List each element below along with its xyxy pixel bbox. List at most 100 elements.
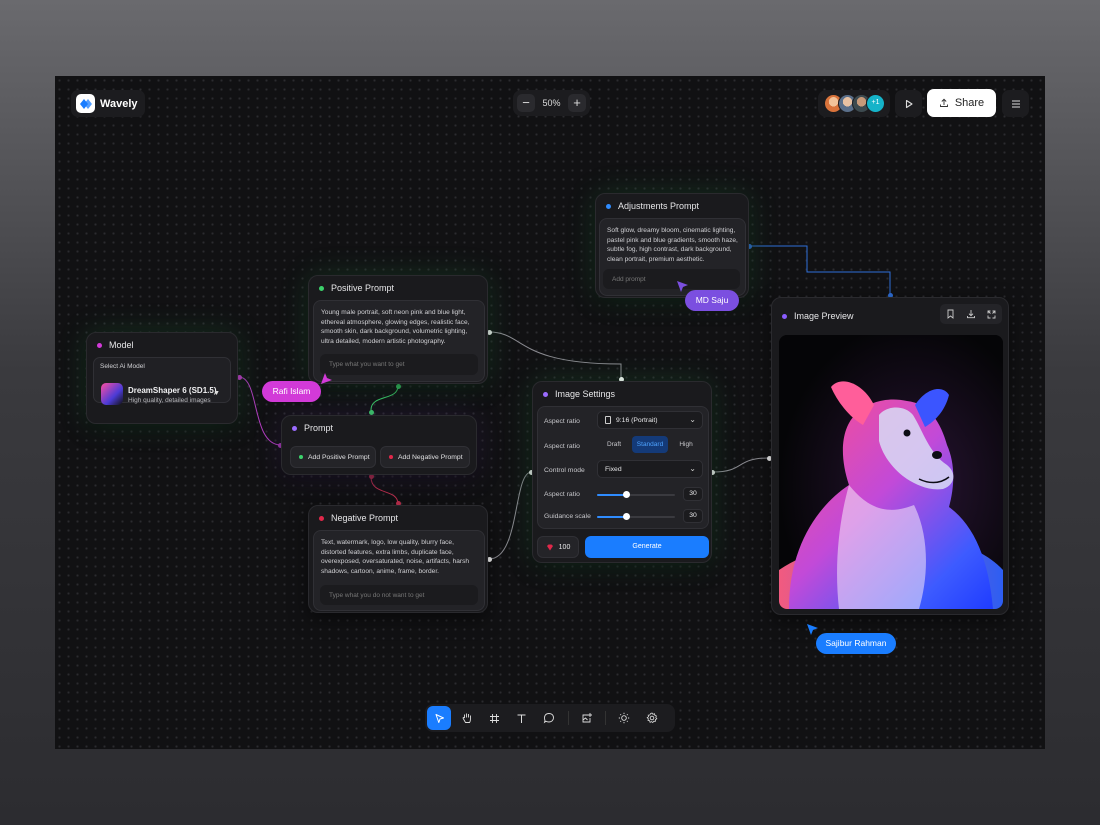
add-negative-prompt-button[interactable]: Add Negative Prompt <box>380 446 470 468</box>
adjustments-prompt-title: Adjustments Prompt <box>618 201 700 211</box>
control-mode-value: Fixed <box>605 465 622 473</box>
aspect-ratio-select[interactable]: 9:16 (Portrait) ⌄ <box>597 411 703 429</box>
hash-icon <box>489 713 499 723</box>
quality-option-high[interactable]: High <box>669 436 703 453</box>
toolbar-divider <box>567 711 569 725</box>
zoom-control: − 50% + <box>513 90 590 116</box>
positive-prompt-box[interactable]: Young male portrait, soft neon pink and … <box>313 300 485 382</box>
image-add-icon <box>582 713 592 723</box>
app-logo[interactable]: Wavely <box>71 90 145 117</box>
zoom-level: 50% <box>542 98 561 108</box>
text-tool-button[interactable] <box>510 706 534 730</box>
aspect-ratio-value: 9:16 (Portrait) <box>616 416 658 424</box>
model-dot <box>97 342 102 348</box>
negative-dot <box>389 455 393 459</box>
settings-dot <box>543 391 548 397</box>
positive-dot <box>319 285 324 291</box>
positive-prompt-input[interactable]: Type what you want to get <box>320 354 478 375</box>
select-tool-button[interactable] <box>427 706 451 730</box>
chevron-down-icon[interactable]: ▼ <box>213 390 220 397</box>
upload-icon <box>939 98 948 107</box>
negative-prompt-box[interactable]: Text, watermark, logo, low quality, blur… <box>313 530 485 611</box>
wavely-logo-icon <box>76 94 95 113</box>
aspect-ratio-label: Aspect ratio <box>544 418 580 425</box>
comment-icon <box>543 713 554 724</box>
image-settings-title: Image Settings <box>555 389 616 399</box>
comment-tool-button[interactable] <box>537 706 561 730</box>
add-positive-prompt-button[interactable]: Add Positive Prompt <box>290 446 376 468</box>
add-negative-label: Add Negative Prompt <box>398 453 463 461</box>
negative-prompt-input[interactable]: Type what you do not want to get <box>320 585 478 605</box>
app-name: Wavely <box>100 97 138 110</box>
model-select-label: Select Ai Model <box>100 363 145 370</box>
cursor-tag-rafi: Rafi Islam <box>262 381 321 402</box>
control-mode-select[interactable]: Fixed ⌄ <box>597 460 703 478</box>
image-settings-node[interactable]: Image Settings Aspect ratio 9:16 (Portra… <box>532 381 712 563</box>
slider2-value[interactable]: 30 <box>683 509 703 523</box>
negative-prompt-text: Text, watermark, logo, low quality, blur… <box>321 539 470 575</box>
expand-icon[interactable] <box>987 310 996 319</box>
pointer-icon <box>435 713 444 723</box>
adjustments-prompt-node[interactable]: Adjustments Prompt Soft glow, dreamy blo… <box>595 193 749 298</box>
sun-icon <box>618 712 630 724</box>
model-node[interactable]: Model Select Ai Model DreamShaper 6 (SD1… <box>86 332 238 424</box>
collaborator-avatars[interactable]: +1 <box>818 90 890 117</box>
adjustments-prompt-text: Soft glow, dreamy bloom, cinematic light… <box>607 227 738 263</box>
positive-dot <box>299 455 303 459</box>
slider1-handle[interactable] <box>623 491 630 498</box>
slider2-track[interactable] <box>597 513 675 520</box>
zoom-out-button[interactable]: − <box>517 94 535 112</box>
share-button[interactable]: Share <box>927 89 996 117</box>
quality-label: Aspect ratio <box>544 443 580 450</box>
bottom-toolbar <box>425 704 675 732</box>
hamburger-icon <box>1011 100 1020 107</box>
preview-dot <box>782 313 787 319</box>
adjust-dot <box>606 203 611 209</box>
add-positive-label: Add Positive Prompt <box>308 453 370 461</box>
gem-icon <box>546 544 553 550</box>
generate-button[interactable]: Generate <box>585 536 709 558</box>
quality-segmented-control: Draft Standard High <box>597 436 703 453</box>
download-icon[interactable] <box>966 309 976 319</box>
image-preview-node[interactable]: Image Preview <box>771 297 1009 615</box>
hand-tool-button[interactable] <box>455 706 479 730</box>
canvas-app[interactable]: Wavely − 50% + +1 Share Model Select Ai … <box>55 76 1045 749</box>
zoom-in-button[interactable]: + <box>567 94 586 112</box>
positive-link-port[interactable] <box>396 384 401 389</box>
quality-option-standard[interactable]: Standard <box>632 436 668 453</box>
credits-badge[interactable]: 100 <box>537 536 579 558</box>
text-icon <box>517 714 526 723</box>
prompt-dot <box>292 425 297 431</box>
positive-prompt-title: Positive Prompt <box>331 283 395 293</box>
slider1-value[interactable]: 30 <box>683 487 703 501</box>
positive-prompt-text: Young male portrait, soft neon pink and … <box>321 309 470 345</box>
positive-prompt-node[interactable]: Positive Prompt Young male portrait, sof… <box>308 275 488 384</box>
play-button[interactable] <box>895 90 922 117</box>
hand-icon <box>462 713 471 723</box>
play-icon <box>905 99 913 108</box>
settings-button[interactable] <box>640 706 664 730</box>
settings-panel: Aspect ratio 9:16 (Portrait) ⌄ Aspect ra… <box>537 406 709 529</box>
model-node-title: Model <box>109 340 134 350</box>
slider1-label: Aspect ratio <box>544 491 580 498</box>
negative-prompt-node[interactable]: Negative Prompt Text, watermark, logo, l… <box>308 505 488 613</box>
credits-value: 100 <box>558 543 571 551</box>
frame-tool-button[interactable] <box>482 706 506 730</box>
generated-image[interactable] <box>779 335 1003 609</box>
control-mode-label: Control mode <box>544 467 585 474</box>
bookmark-icon[interactable] <box>946 309 955 319</box>
menu-button[interactable] <box>1002 90 1029 117</box>
adjustments-prompt-input[interactable]: Add prompt <box>603 269 740 289</box>
more-collaborators-badge[interactable]: +1 <box>866 94 885 113</box>
adjustments-prompt-box[interactable]: Soft glow, dreamy bloom, cinematic light… <box>599 218 746 296</box>
gear-icon <box>646 712 657 724</box>
theme-toggle-button[interactable] <box>612 706 636 730</box>
add-image-tool-button[interactable] <box>575 706 599 730</box>
portrait-icon <box>605 416 611 424</box>
slider2-handle[interactable] <box>623 513 630 520</box>
prompt-node[interactable]: Prompt Add Positive Prompt Add Negative … <box>281 415 477 475</box>
slider1-track[interactable] <box>597 491 675 498</box>
chevron-down-icon: ⌄ <box>689 464 696 473</box>
model-select[interactable]: Select Ai Model DreamShaper 6 (SD1.5) Hi… <box>93 357 231 405</box>
quality-option-draft[interactable]: Draft <box>597 436 631 453</box>
